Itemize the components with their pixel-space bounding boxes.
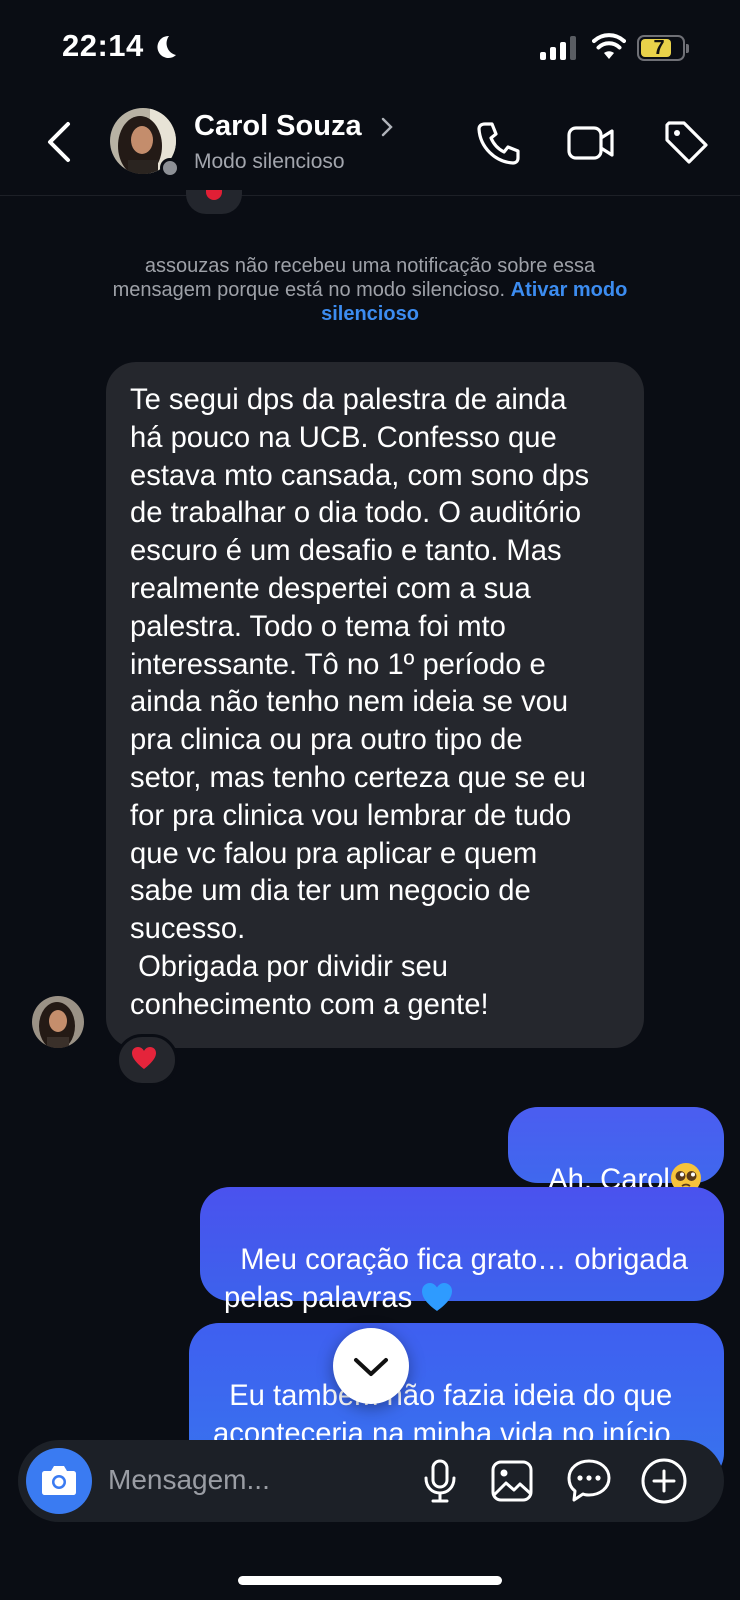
battery-level: 7: [653, 37, 665, 59]
message-text: Te segui dps da palestra de ainda há pou…: [130, 384, 590, 1021]
outgoing-message-bubble[interactable]: Ah, Carol: [508, 1107, 724, 1196]
contact-name[interactable]: Carol Souza: [194, 110, 362, 143]
blue-heart-emoji: [422, 1282, 453, 1311]
chevron-down-icon: [354, 1358, 388, 1376]
back-icon[interactable]: [44, 120, 74, 164]
outgoing-message-bubble[interactable]: Meu coração fica grato… obrigada pelas p…: [200, 1187, 724, 1314]
message-input[interactable]: [108, 1458, 388, 1502]
camera-button[interactable]: [26, 1448, 92, 1514]
scroll-to-bottom-button[interactable]: [333, 1328, 409, 1404]
activity-status-dot: [160, 158, 180, 178]
incoming-message-bubble[interactable]: Te segui dps da palestra de ainda há pou…: [106, 362, 644, 1048]
camera-icon: [42, 1466, 76, 1495]
silent-mode-notice: assouzas não recebeu uma notificação sob…: [100, 254, 640, 326]
chevron-right-icon[interactable]: [380, 116, 394, 138]
microphone-icon[interactable]: [422, 1458, 458, 1504]
home-indicator: [238, 1576, 502, 1585]
sticker-icon[interactable]: [566, 1458, 612, 1504]
heart-icon: [132, 1047, 156, 1069]
moon-icon: [157, 35, 176, 58]
contact-status: Modo silencioso: [194, 150, 345, 173]
gallery-icon[interactable]: [490, 1459, 534, 1503]
signal-icon: [540, 36, 576, 60]
tag-icon[interactable]: [662, 118, 710, 166]
phone-icon[interactable]: [476, 120, 522, 166]
video-icon[interactable]: [566, 120, 616, 166]
battery-icon: 7: [637, 35, 685, 61]
battery-tip: [686, 44, 689, 53]
sender-avatar[interactable]: [32, 996, 84, 1048]
status-time: 22:14: [62, 28, 144, 63]
plus-icon[interactable]: [640, 1457, 688, 1505]
wifi-icon: [592, 33, 626, 59]
message-text: Meu coração fica grato… obrigada pelas p…: [224, 1243, 689, 1314]
